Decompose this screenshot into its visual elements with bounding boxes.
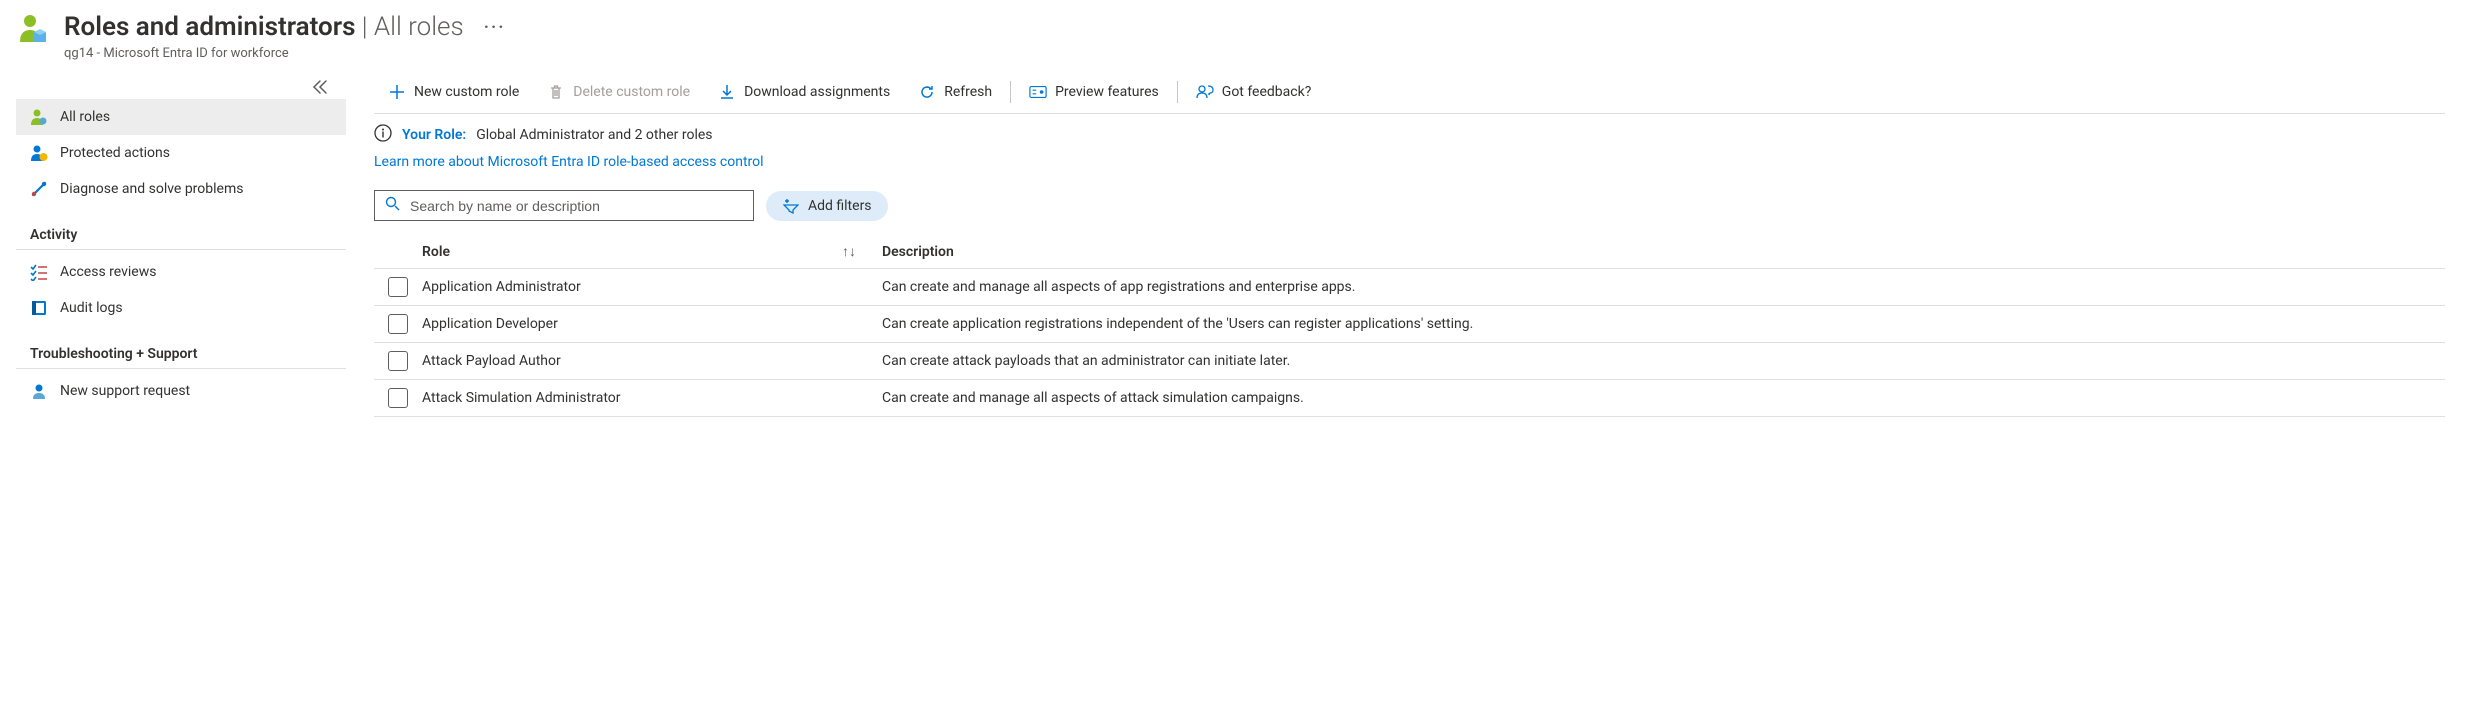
sort-icon[interactable]: ↑↓ [842,243,856,260]
roles-table: Role ↑↓ Description Application Administ… [374,235,2445,417]
collapse-sidebar-button[interactable] [16,77,346,99]
book-icon [30,299,48,317]
sidebar-item-access-reviews[interactable]: Access reviews [16,254,346,290]
learn-more-link[interactable]: Learn more about Microsoft Entra ID role… [374,150,764,186]
person-support-icon [30,382,48,400]
your-role-info: Your Role: Global Administrator and 2 ot… [374,114,2445,150]
chevron-double-left-icon [312,79,328,95]
search-input[interactable] [408,197,743,215]
person-shield-icon [30,144,48,162]
refresh-icon [918,83,936,101]
role-name: Attack Simulation Administrator [422,390,621,406]
person-cube-icon [16,12,50,46]
role-description: Can create application registrations ind… [882,316,1473,332]
title-sub-text: All roles [374,12,464,42]
sidebar-item-label: All roles [60,109,110,125]
row-checkbox[interactable] [388,388,408,408]
page-subtitle: qg14 - Microsoft Entra ID for workforce [64,44,511,61]
search-input-container[interactable] [374,190,754,221]
checklist-icon [30,263,48,281]
title-main-text: Roles and administrators [64,12,355,42]
page-header: Roles and administrators | All roles ···… [16,8,2453,71]
more-actions-button[interactable]: ··· [478,13,512,42]
toolbar-label: Preview features [1055,84,1159,100]
new-custom-role-button[interactable]: New custom role [374,77,533,107]
feedback-icon [1196,83,1214,101]
table-row[interactable]: Application Administrator Can create and… [374,269,2445,306]
sidebar-item-protected-actions[interactable]: Protected actions [16,135,346,171]
download-assignments-button[interactable]: Download assignments [704,77,904,107]
refresh-button[interactable]: Refresh [904,77,1006,107]
toolbar-label: Download assignments [744,84,890,100]
sidebar-section-activity: Activity [16,207,346,250]
toolbar-label: Delete custom role [573,84,690,100]
table-row[interactable]: Attack Simulation Administrator Can crea… [374,380,2445,417]
your-role-value: Global Administrator and 2 other roles [476,127,712,143]
download-icon [718,83,736,101]
role-name: Attack Payload Author [422,353,561,369]
sidebar-item-label: Protected actions [60,145,170,161]
plus-icon [388,83,406,101]
role-name: Application Administrator [422,279,581,295]
role-description: Can create and manage all aspects of att… [882,390,1304,406]
sidebar-item-label: Access reviews [60,264,156,280]
toolbar-label: Refresh [944,84,992,100]
sidebar-item-diagnose[interactable]: Diagnose and solve problems [16,171,346,207]
toolbar-label: New custom role [414,84,519,100]
column-header-role[interactable]: Role ↑↓ [422,243,882,260]
table-header-row: Role ↑↓ Description [374,235,2445,269]
preview-features-button[interactable]: Preview features [1015,77,1173,107]
role-name: Application Developer [422,316,558,332]
search-icon [385,196,400,215]
row-checkbox[interactable] [388,351,408,371]
column-label: Description [882,244,954,260]
column-header-description[interactable]: Description [882,244,2445,260]
filter-add-icon [782,197,800,215]
add-filters-label: Add filters [808,198,872,214]
role-description: Can create and manage all aspects of app… [882,279,1355,295]
got-feedback-button[interactable]: Got feedback? [1182,77,1326,107]
main-content: New custom role Delete custom role Downl… [346,71,2453,417]
person-roles-icon [30,108,48,126]
toolbar-separator [1010,81,1011,103]
table-row[interactable]: Attack Payload Author Can create attack … [374,343,2445,380]
command-bar: New custom role Delete custom role Downl… [374,71,2445,114]
add-filters-button[interactable]: Add filters [766,191,888,221]
sidebar-item-audit-logs[interactable]: Audit logs [16,290,346,326]
wrench-icon [30,180,48,198]
page-title: Roles and administrators | All roles [64,12,464,42]
row-checkbox[interactable] [388,277,408,297]
sidebar-item-all-roles[interactable]: All roles [16,99,346,135]
sidebar-item-label: Audit logs [60,300,123,316]
sidebar-item-label: Diagnose and solve problems [60,181,243,197]
sidebar-section-troubleshoot: Troubleshooting + Support [16,326,346,369]
title-separator: | [355,12,373,42]
role-description: Can create attack payloads that an admin… [882,353,1290,369]
column-label: Role [422,244,450,260]
trash-icon [547,83,565,101]
sidebar: All roles Protected actions Diagnose and… [16,71,346,417]
preview-icon [1029,83,1047,101]
delete-custom-role-button: Delete custom role [533,77,704,107]
sidebar-item-label: New support request [60,383,190,399]
sidebar-item-new-support-request[interactable]: New support request [16,373,346,409]
row-checkbox[interactable] [388,314,408,334]
toolbar-separator [1177,81,1178,103]
table-row[interactable]: Application Developer Can create applica… [374,306,2445,343]
toolbar-label: Got feedback? [1222,84,1312,100]
filter-row: Add filters [374,186,2445,235]
info-icon [374,124,392,146]
your-role-label: Your Role: [402,127,466,143]
